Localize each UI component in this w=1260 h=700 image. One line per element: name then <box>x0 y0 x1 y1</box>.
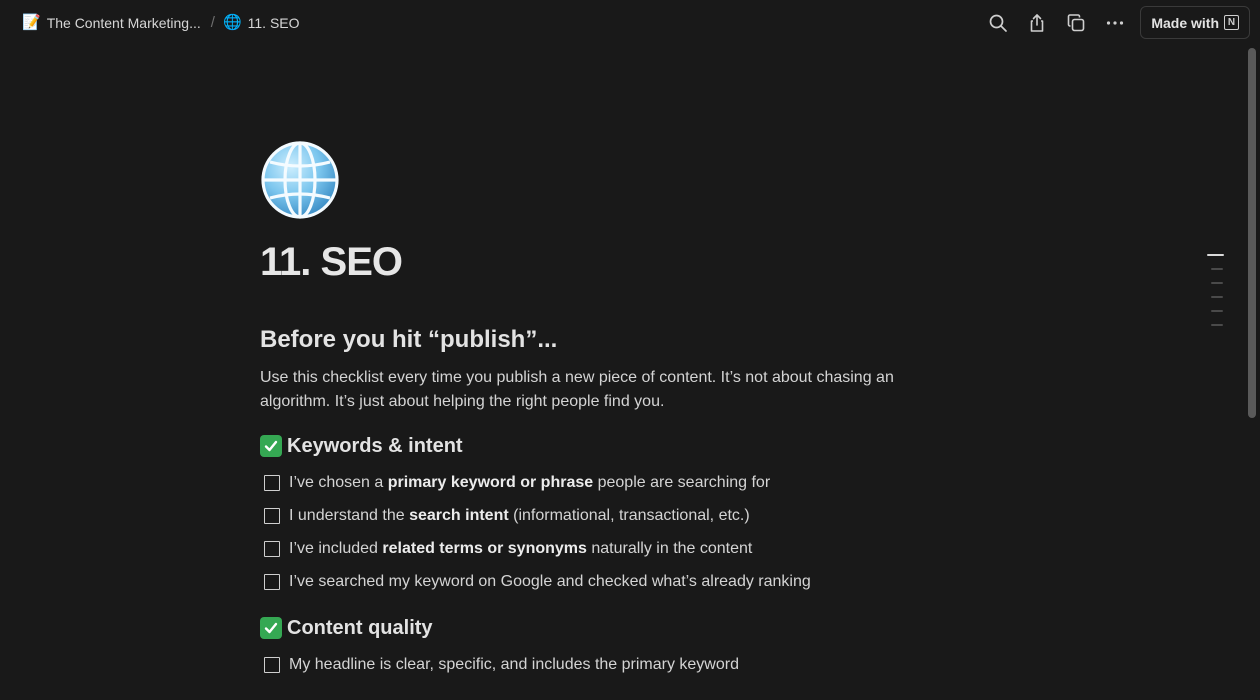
search-button[interactable] <box>983 8 1013 38</box>
globe-icon: 🌐 <box>222 14 242 31</box>
todo-text: I’ve included related terms or synonyms … <box>289 539 753 557</box>
outline-toc[interactable] <box>1207 254 1225 338</box>
checklist-heading-content-quality: Content quality <box>260 614 960 642</box>
breadcrumb-current[interactable]: 🌐 11. SEO <box>223 12 304 34</box>
breadcrumb-parent[interactable]: 📝 The Content Marketing... <box>22 12 205 34</box>
checklist-heading-keywords: Keywords & intent <box>260 432 960 460</box>
todo-item: I’ve included related terms or synonyms … <box>260 532 960 565</box>
made-with-notion-button[interactable]: Made with N <box>1140 6 1250 39</box>
toc-mark[interactable] <box>1211 324 1223 326</box>
notion-logo-icon: N <box>1224 15 1239 30</box>
page-title: 11. SEO <box>260 240 403 284</box>
top-bar: 📝 The Content Marketing... / 🌐 11. SEO M… <box>0 0 1260 45</box>
duplicate-icon <box>1068 13 1085 31</box>
breadcrumb-current-label: 11. SEO <box>247 14 300 31</box>
toc-mark-active[interactable] <box>1207 254 1224 256</box>
breadcrumb-parent-label: The Content Marketing... <box>46 14 201 31</box>
memo-icon: 📝 <box>22 14 41 31</box>
todo-checkbox[interactable] <box>264 656 280 673</box>
duplicate-button[interactable] <box>1061 8 1091 38</box>
search-icon <box>989 14 1008 32</box>
made-with-label: Made with <box>1151 14 1219 31</box>
toc-mark[interactable] <box>1211 296 1223 298</box>
toolbar-actions: Made with N <box>974 0 1250 45</box>
more-icon <box>1107 20 1124 25</box>
todo-item: I’ve searched my keyword on Google and c… <box>260 565 960 598</box>
checklist-heading-label: Keywords & intent <box>287 435 463 457</box>
todo-text: I understand the search intent (informat… <box>289 506 750 524</box>
todo-item: I understand the search intent (informat… <box>260 499 960 532</box>
share-icon <box>1031 13 1044 32</box>
page-content: 11. SEO Before you hit “publish”... Use … <box>260 140 960 681</box>
todo-item: My headline is clear, specific, and incl… <box>260 648 960 681</box>
todo-checkbox[interactable] <box>264 474 280 491</box>
breadcrumb: 📝 The Content Marketing... / 🌐 11. SEO <box>22 0 304 45</box>
toc-mark[interactable] <box>1211 310 1223 312</box>
todo-text: I’ve searched my keyword on Google and c… <box>289 572 811 590</box>
intro-paragraph: Use this checklist every time you publis… <box>260 369 894 410</box>
globe-icon[interactable] <box>260 140 340 220</box>
more-options-button[interactable] <box>1100 8 1130 38</box>
checklist-heading-label: Content quality <box>287 617 433 639</box>
todo-item: I’ve chosen a primary keyword or phrase … <box>260 466 960 499</box>
toc-mark[interactable] <box>1211 282 1223 284</box>
todo-checkbox[interactable] <box>264 540 280 557</box>
share-button[interactable] <box>1022 8 1052 38</box>
scrollbar-thumb[interactable] <box>1248 48 1256 418</box>
section-heading: Before you hit “publish”... <box>260 326 558 353</box>
todo-checkbox[interactable] <box>264 507 280 524</box>
check-mark-icon <box>260 435 282 457</box>
breadcrumb-separator: / <box>210 14 215 31</box>
toc-mark[interactable] <box>1211 268 1223 270</box>
todo-checkbox[interactable] <box>264 573 280 590</box>
todo-text: I’ve chosen a primary keyword or phrase … <box>289 473 771 491</box>
check-mark-icon <box>260 617 282 639</box>
todo-text: My headline is clear, specific, and incl… <box>289 655 739 673</box>
